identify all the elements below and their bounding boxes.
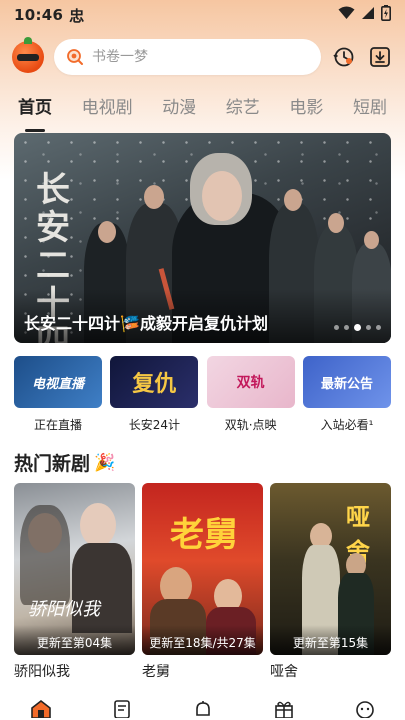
quick-tile-art-text: 复仇 [110,356,199,408]
search-header [0,30,405,84]
pagination-dot[interactable] [366,325,371,330]
quick-tile-image: 复仇 [110,356,199,408]
tab-variety[interactable]: 综艺 [226,93,260,122]
banner-caption-text: 长安二十四计🎏成毅开启复仇计划 [24,310,268,334]
quick-tile-dual-track[interactable]: 双轨 双轨·点映 [206,356,295,433]
episode-badge: 更新至第15集 [270,625,391,655]
banner-caption: 长安二十四计🎏成毅开启复仇计划 [14,289,391,343]
pagination-dot[interactable] [334,325,339,330]
home-icon[interactable] [28,700,54,720]
pagination-dot-active[interactable] [354,324,361,331]
download-icon[interactable] [367,44,393,70]
wifi-icon [338,6,355,24]
drama-card[interactable]: 骄阳似我 更新至第04集 骄阳似我 [14,483,135,681]
drama-card[interactable]: 老舅 更新至18集/共27集 老舅 [142,483,263,681]
hero-banner[interactable]: 长安二十四計 长安二十四计🎏成毅开启复仇计划 [14,133,391,343]
banner-tagline: 成毅开启复仇计划 [139,314,268,333]
history-icon[interactable] [331,44,357,70]
gift-icon[interactable] [271,700,297,720]
drama-poster: 骄阳似我 更新至第04集 [14,483,135,655]
app-logo[interactable] [12,37,44,73]
quick-tile-changan[interactable]: 复仇 长安24计 [110,356,199,433]
banner-figure-face [328,213,344,233]
quick-tile-art-text: 最新公告 [302,356,391,408]
tab-anime[interactable]: 动漫 [162,93,196,122]
quick-tile-label: 正在直播 [33,418,82,432]
pagination-dot[interactable] [344,325,349,330]
tab-short-drama[interactable]: 短剧 [353,93,387,122]
party-popper-icon: 🎉 [94,452,116,473]
section-title: 热门新剧 🎉 [14,449,115,476]
banner-figure-face [98,221,116,243]
quick-tile-art-text: 双轨 [206,356,295,408]
banner-lead-face [202,171,242,221]
search-input[interactable] [92,49,309,65]
drama-title: 骄阳似我 [14,664,70,680]
drama-title: 老舅 [142,664,170,680]
banner-figure-face [144,185,164,209]
search-icon [66,48,84,66]
quick-tile-image: 双轨 [206,356,295,408]
status-bar: 10:46 忠 [0,0,405,30]
status-time: 10:46 [14,6,64,24]
flag-icon: 🎏 [120,314,140,333]
quick-tile-label: 双轨·点映 [224,418,277,432]
poster-art-title: 骄阳似我 [28,599,100,620]
search-bar[interactable] [54,39,321,75]
quick-tile-label: 入站必看¹ [320,418,374,432]
drama-card-row: 骄阳似我 更新至第04集 骄阳似我 老舅 更新至18集/共27集 老舅 哑舍 更… [14,483,391,681]
banner-figure-face [364,231,379,249]
quick-entry-row: 电视直播 正在直播 复仇 长安24计 双轨 双轨·点映 最新公告 入站必看¹ [14,356,391,433]
banner-pagination [334,324,381,331]
drama-title: 哑舍 [270,664,298,680]
banner-figure-face [284,189,302,211]
drama-poster: 老舅 更新至18集/共27集 [142,483,263,655]
profile-icon[interactable] [352,700,378,720]
quick-tile-live[interactable]: 电视直播 正在直播 [14,356,102,433]
quick-tile-image: 电视直播 [14,356,102,408]
status-app-badge: 忠 [69,6,85,25]
quick-tile-art-text: 电视直播 [14,356,102,408]
episode-badge: 更新至18集/共27集 [142,625,263,655]
poster-hair [20,505,70,605]
battery-icon [381,5,391,25]
poster-face [80,503,116,547]
drama-poster: 哑舍 更新至第15集 [270,483,391,655]
tab-tv-series[interactable]: 电视剧 [82,93,133,122]
tab-home[interactable]: 首页 [18,93,52,122]
bottom-nav [0,696,405,720]
pagination-dot[interactable] [376,325,381,330]
drama-card[interactable]: 哑舍 更新至第15集 哑舍 [270,483,391,681]
category-tabs: 首页 电视剧 动漫 综艺 电影 短剧 [0,84,405,130]
banner-show-title: 长安二十四计 [24,314,121,333]
tab-movies[interactable]: 电影 [289,93,323,122]
list-icon[interactable] [109,700,135,720]
quick-tile-announcement[interactable]: 最新公告 入站必看¹ [302,356,391,433]
poster-art-title: 老舅 [170,515,238,555]
section-title-text: 热门新剧 [14,453,91,475]
signal-icon [361,6,375,24]
episode-badge: 更新至第04集 [14,625,135,655]
quick-tile-image: 最新公告 [302,356,391,408]
quick-tile-label: 长安24计 [128,418,180,432]
bell-icon[interactable] [190,700,216,720]
